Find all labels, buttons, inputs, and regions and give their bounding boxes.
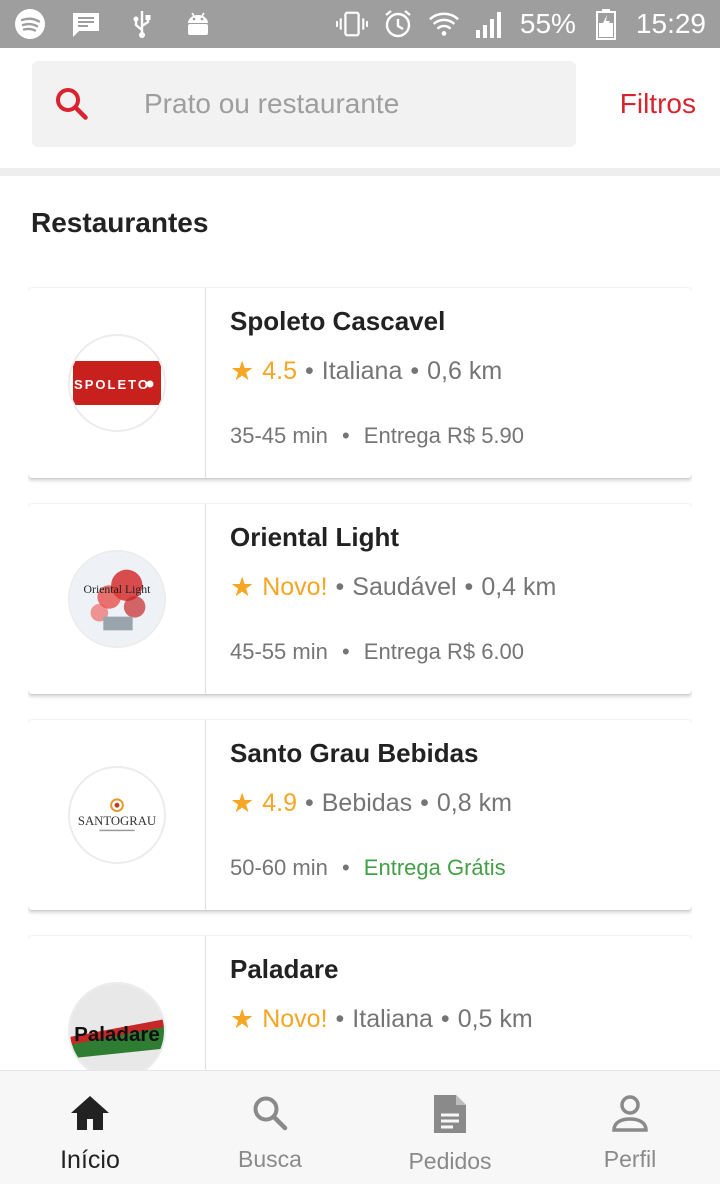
- delivery-fee: Entrega R$ 6.00: [363, 639, 525, 664]
- restaurant-card[interactable]: SPOLETO Spoleto Cascavel ★ 4.5 • Italian…: [28, 288, 692, 478]
- document-icon: [432, 1093, 468, 1140]
- person-icon: [610, 1093, 650, 1138]
- search-input[interactable]: Prato ou restaurante: [32, 61, 576, 147]
- restaurant-logo-cell: SPOLETO: [28, 288, 206, 478]
- search-header: Prato ou restaurante Filtros: [0, 48, 720, 168]
- restaurant-list: SPOLETO Spoleto Cascavel ★ 4.5 • Italian…: [28, 287, 692, 1070]
- filters-button[interactable]: Filtros: [620, 88, 696, 120]
- nav-label: Busca: [238, 1146, 302, 1172]
- restaurant-distance: 0,4 km: [481, 573, 557, 601]
- restaurant-rating: 4.5: [262, 357, 297, 385]
- delivery-time: 35-45 min: [230, 423, 328, 448]
- nav-label: Pedidos: [408, 1148, 492, 1174]
- restaurant-rating: Novo!: [262, 573, 328, 601]
- restaurant-name: Oriental Light: [230, 522, 399, 552]
- restaurant-category: Italiana: [321, 357, 403, 385]
- restaurant-card[interactable]: Paladare Paladare ★ Novo! • Italiana • 0…: [28, 936, 692, 1070]
- separator-dot: •: [420, 789, 429, 817]
- restaurant-category: Bebidas: [321, 789, 413, 817]
- restaurant-info: Santo Grau Bebidas ★ 4.9 • Bebidas • 0,8…: [206, 720, 512, 910]
- restaurant-category: Italiana: [352, 1005, 433, 1033]
- restaurant-distance: 0,5 km: [457, 1005, 533, 1033]
- restaurant-logo: Paladare: [67, 982, 166, 1070]
- restaurant-rating: 4.9: [262, 789, 297, 817]
- restaurant-name: Spoleto Cascavel: [230, 306, 446, 336]
- battery-level: 55%: [519, 8, 576, 39]
- android-icon: [182, 8, 214, 40]
- restaurant-meta: ★ 4.5 • Italiana • 0,6 km: [230, 356, 524, 387]
- restaurant-category: Saudável: [352, 573, 457, 601]
- section-title: Restaurantes: [31, 207, 209, 238]
- restaurant-logo-text: SANTOGRAU: [77, 814, 155, 828]
- usb-icon: [126, 8, 158, 40]
- nav-item-pedidos[interactable]: Pedidos: [360, 1071, 540, 1184]
- restaurant-logo-cell: Paladare: [28, 936, 206, 1070]
- restaurant-name: Paladare: [230, 954, 339, 984]
- home-icon: [69, 1093, 111, 1138]
- restaurant-logo-cell: Oriental Light: [28, 504, 206, 694]
- separator-dot: •: [341, 423, 350, 448]
- restaurant-delivery-info: 45-55 min • Entrega R$ 6.00: [230, 639, 556, 665]
- signal-icon: [474, 8, 506, 40]
- separator-dot: •: [440, 1005, 450, 1033]
- restaurant-logo: Oriental Light: [67, 550, 166, 648]
- star-icon: ★: [230, 572, 255, 602]
- separator-dot: •: [304, 789, 314, 817]
- restaurant-info: Paladare ★ Novo! • Italiana • 0,5 km: [206, 936, 533, 1070]
- restaurant-card[interactable]: Oriental Light Oriental Light ★ Novo! • …: [28, 504, 692, 694]
- restaurant-card[interactable]: SANTOGRAU Santo Grau Bebidas ★ 4.9 • Beb…: [28, 720, 692, 910]
- restaurant-logo-cell: SANTOGRAU: [28, 720, 206, 910]
- separator-dot: •: [341, 855, 350, 880]
- nav-item-busca[interactable]: Busca: [180, 1071, 360, 1184]
- battery-icon: [590, 8, 622, 40]
- restaurant-logo: SPOLETO: [67, 334, 166, 432]
- star-icon: ★: [230, 788, 255, 818]
- star-icon: ★: [230, 356, 255, 386]
- spotify-icon: [14, 8, 46, 40]
- restaurant-meta: ★ Novo! • Saudável • 0,4 km: [230, 572, 556, 603]
- restaurant-distance: 0,8 km: [436, 789, 512, 817]
- nav-label: Perfil: [603, 1146, 657, 1172]
- alarm-icon: [382, 8, 414, 40]
- separator-dot: •: [464, 573, 474, 601]
- separator-dot: •: [410, 357, 420, 385]
- separator-dot: •: [335, 573, 345, 601]
- nav-item-inicio[interactable]: Início: [0, 1071, 180, 1184]
- nav-item-perfil[interactable]: Perfil: [540, 1071, 720, 1184]
- delivery-fee: Entrega Grátis: [363, 855, 506, 880]
- restaurant-rating: Novo!: [262, 1005, 328, 1033]
- search-placeholder: Prato ou restaurante: [144, 88, 400, 119]
- nav-label: Início: [60, 1146, 120, 1174]
- restaurant-meta: ★ Novo! • Italiana • 0,5 km: [230, 1004, 533, 1035]
- separator-dot: •: [341, 639, 350, 664]
- restaurant-delivery-info: 50-60 min • Entrega Grátis: [230, 855, 512, 881]
- search-icon: [52, 84, 92, 124]
- restaurant-logo: SANTOGRAU: [67, 766, 166, 864]
- status-bar: 55% 15:29: [0, 0, 720, 48]
- delivery-fee: Entrega R$ 5.90: [363, 423, 525, 448]
- bottom-navigation: Início Busca Pedidos Perfil: [0, 1070, 720, 1184]
- star-icon: ★: [230, 1004, 255, 1034]
- delivery-time: 50-60 min: [230, 855, 328, 880]
- restaurant-info: Oriental Light ★ Novo! • Saudável • 0,4 …: [206, 504, 556, 694]
- restaurant-delivery-info: 35-45 min • Entrega R$ 5.90: [230, 423, 524, 449]
- delivery-time: 45-55 min: [230, 639, 328, 664]
- search-icon: [250, 1093, 290, 1138]
- restaurant-distance: 0,6 km: [427, 357, 503, 385]
- restaurant-logo-text: Oriental Light: [83, 583, 151, 596]
- divider: [0, 168, 720, 176]
- vibrate-icon: [335, 8, 368, 40]
- restaurant-logo-text: Paladare: [74, 1023, 160, 1046]
- clock: 15:29: [635, 8, 706, 39]
- message-icon: [70, 8, 102, 40]
- separator-dot: •: [335, 1005, 345, 1033]
- restaurant-logo-text: SPOLETO: [74, 377, 150, 392]
- restaurant-meta: ★ 4.9 • Bebidas • 0,8 km: [230, 788, 512, 819]
- restaurant-info: Spoleto Cascavel ★ 4.5 • Italiana • 0,6 …: [206, 288, 524, 478]
- wifi-icon: [428, 8, 460, 40]
- restaurant-name: Santo Grau Bebidas: [230, 738, 479, 768]
- separator-dot: •: [304, 357, 314, 385]
